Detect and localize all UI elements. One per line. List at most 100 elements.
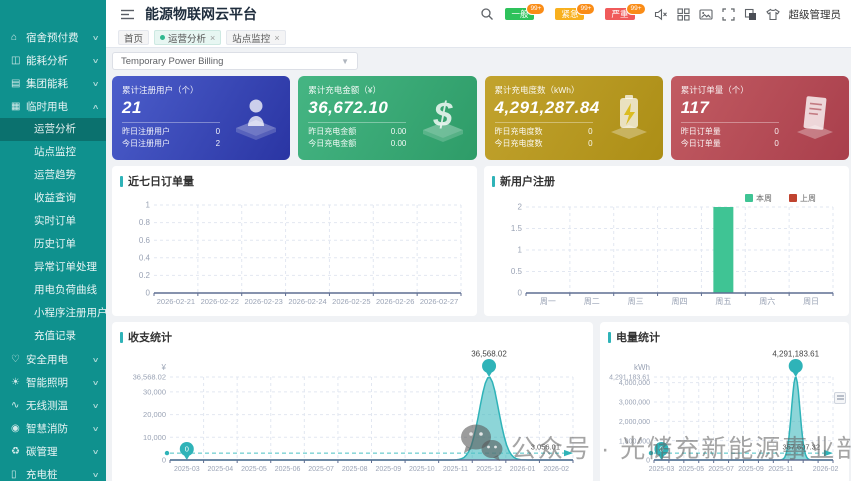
- svg-text:2025-11: 2025-11: [768, 466, 793, 473]
- home-icon: ⌂: [11, 32, 18, 43]
- sidebar-item[interactable]: ♻ 碳管理 ∨: [0, 440, 106, 463]
- svg-text:36,568.02: 36,568.02: [471, 350, 507, 359]
- sidebar-subitem[interactable]: 运营分析: [0, 118, 106, 141]
- tab-close-icon[interactable]: ×: [210, 33, 215, 43]
- sidebar-subitem[interactable]: 站点监控: [0, 141, 106, 164]
- kpi-subrow-label: 昨日订单量: [680, 127, 721, 136]
- sidebar-subitem[interactable]: 用电负荷曲线: [0, 279, 106, 302]
- chevron-down-icon: ∨: [91, 356, 100, 364]
- copy-icon[interactable]: [744, 8, 757, 21]
- kpi-subrow-value: 0: [774, 139, 779, 148]
- sidebar-item[interactable]: ∿ 无线测温 ∨: [0, 394, 106, 417]
- sidebar-subitem[interactable]: 收益查询: [0, 187, 106, 210]
- image-icon[interactable]: [698, 8, 713, 21]
- active-dot: [160, 35, 166, 40]
- sidebar-subitem[interactable]: 运营趋势: [0, 164, 106, 187]
- grid-icon[interactable]: [676, 7, 690, 21]
- calendar-icon: ▦: [11, 101, 21, 112]
- svg-text:2025-08: 2025-08: [342, 466, 368, 473]
- chevron-down-icon: ▼: [341, 56, 349, 66]
- kpi-subrow-value: 0: [588, 139, 593, 148]
- kpi-subrow-label: 今日订单量: [680, 139, 721, 148]
- kpi-subrow: 今日订单量 0: [681, 138, 779, 150]
- svg-text:0: 0: [518, 289, 523, 298]
- sidebar-subitem[interactable]: 异常订单处理: [0, 256, 106, 279]
- tab-站点监控[interactable]: 站点监控 ×: [226, 30, 286, 45]
- svg-text:周四: 周四: [672, 297, 688, 306]
- tab-close-icon[interactable]: ×: [274, 33, 279, 43]
- alarm-badge-严重[interactable]: 严重 99+: [605, 3, 646, 20]
- chevron-down-icon: ∨: [91, 425, 100, 433]
- sidebar-item[interactable]: ♡ 安全用电 ∨: [0, 348, 106, 371]
- svg-text:0: 0: [659, 445, 663, 454]
- sidebar-item[interactable]: ◉ 智慧消防 ∨: [0, 417, 106, 440]
- carbon-icon: ♻: [11, 446, 20, 457]
- kpi-card[interactable]: 累计充电金额（¥） 36,672.10 昨日充电金额 0.00 今日充电金额 0.00 $: [298, 76, 477, 160]
- tab-label: 运营分析: [168, 33, 207, 45]
- tab-label: 首页: [124, 33, 144, 45]
- sidebar-item-label: 宿舍预付费: [26, 32, 79, 44]
- station-select[interactable]: Temporary Power Billing ▼: [112, 52, 358, 70]
- sidebar-item[interactable]: ⌂ 宿舍预付费 ∨: [0, 26, 106, 49]
- topbar-actions: 一般 99+ 紧急 99+ 严重 99+ 超级管理员: [480, 3, 842, 22]
- svg-text:0.2: 0.2: [139, 271, 151, 280]
- sidebar-subitem[interactable]: 充值记录: [0, 325, 106, 348]
- svg-text:0.5: 0.5: [511, 267, 523, 276]
- kpi-subrow-value: 0: [774, 127, 779, 136]
- sidebar-subitem[interactable]: 历史订单: [0, 233, 106, 256]
- theme-icon[interactable]: [765, 8, 780, 21]
- order-3d-icon: [789, 92, 841, 149]
- kpi-subrow-label: 昨日充电金额: [308, 127, 357, 136]
- fullscreen-icon[interactable]: [721, 7, 735, 21]
- kpi-card[interactable]: 累计注册用户（个） 21 昨日注册用户 0 今日注册用户 2: [112, 76, 291, 160]
- chevron-down-icon: ∨: [91, 448, 100, 456]
- sidebar-subitem[interactable]: 实时订单: [0, 210, 106, 233]
- new-users-chart: 0 0.5 1 1.5 2 本周 上周 周一 周二 周三 周四 周五 周六 周日: [492, 191, 841, 315]
- alarm-badge-一般[interactable]: 一般 99+: [505, 3, 546, 20]
- sidebar-item[interactable]: ▦ 临时用电 ∧: [0, 95, 106, 118]
- svg-text:周三: 周三: [628, 297, 644, 306]
- sidebar-item[interactable]: ▯ 充电桩 ∨: [0, 463, 106, 481]
- kpi-subrow-value: 0.00: [390, 127, 407, 136]
- sidebar-item-label: 碳管理: [26, 446, 58, 458]
- sidebar-item-label: 临时用电: [26, 101, 68, 113]
- user-name[interactable]: 超级管理员: [789, 7, 842, 22]
- temperature-icon: ∿: [11, 400, 20, 411]
- svg-text:36,568.02: 36,568.02: [133, 373, 166, 382]
- svg-text:0: 0: [185, 445, 189, 454]
- kpi-subrow-value: 0.00: [390, 139, 407, 148]
- svg-text:周二: 周二: [584, 297, 600, 306]
- svg-text:1,000,000: 1,000,000: [619, 438, 650, 445]
- chevron-down-icon: ∨: [91, 379, 100, 387]
- revenue-chart: 0 10,000 20,000 30,000 36,568.02 3,056.01 0 36,…: [120, 347, 585, 480]
- svg-text:周日: 周日: [803, 297, 819, 306]
- mute-icon[interactable]: [654, 8, 668, 21]
- svg-text:0: 0: [646, 458, 650, 465]
- content: Temporary Power Billing ▼ 累计注册用户（个） 21 昨日注…: [106, 48, 851, 481]
- tab-运营分析[interactable]: 运营分析 ×: [154, 30, 222, 45]
- svg-text:kWh: kWh: [634, 363, 650, 372]
- svg-text:0.6: 0.6: [139, 236, 151, 245]
- tab-首页[interactable]: 首页: [118, 30, 150, 45]
- sidebar-item[interactable]: ◫ 能耗分析 ∨: [0, 49, 106, 72]
- search-icon[interactable]: [480, 7, 494, 21]
- chevron-down-icon: ∨: [91, 471, 100, 479]
- sidebar-subitem[interactable]: 小程序注册用户: [0, 302, 106, 325]
- sidebar-item[interactable]: ▤ 集团能耗 ∨: [0, 72, 106, 95]
- alarm-badge-紧急[interactable]: 紧急 99+: [555, 3, 596, 20]
- kpi-card[interactable]: 累计订单量（个） 117 昨日订单量 0 今日订单量 0: [670, 76, 849, 160]
- mid-row: 近七日订单量 0 0.2 0.4 0.6 0.8 1 2026-02-21 2026-02-2…: [112, 166, 849, 316]
- light-icon: ☀: [11, 377, 20, 388]
- svg-text:4,291,183.61: 4,291,183.61: [772, 350, 819, 359]
- svg-text:2025-07: 2025-07: [308, 466, 334, 473]
- svg-text:2025-05: 2025-05: [241, 466, 267, 473]
- sidebar-item-label: 智慧消防: [26, 423, 68, 435]
- menu-collapse-icon[interactable]: [120, 8, 135, 21]
- kpi-card[interactable]: 累计充电度数（kWh） 4,291,287.84 昨日充电度数 0 今日充电度数 0: [484, 76, 663, 160]
- svg-text:2025-09: 2025-09: [375, 466, 401, 473]
- panel-header: 收支统计: [120, 329, 585, 345]
- svg-text:周六: 周六: [759, 296, 775, 306]
- svg-text:周五: 周五: [715, 297, 731, 306]
- chart-toolbox-icon[interactable]: [834, 392, 846, 404]
- sidebar-item[interactable]: ☀ 智能照明 ∨: [0, 371, 106, 394]
